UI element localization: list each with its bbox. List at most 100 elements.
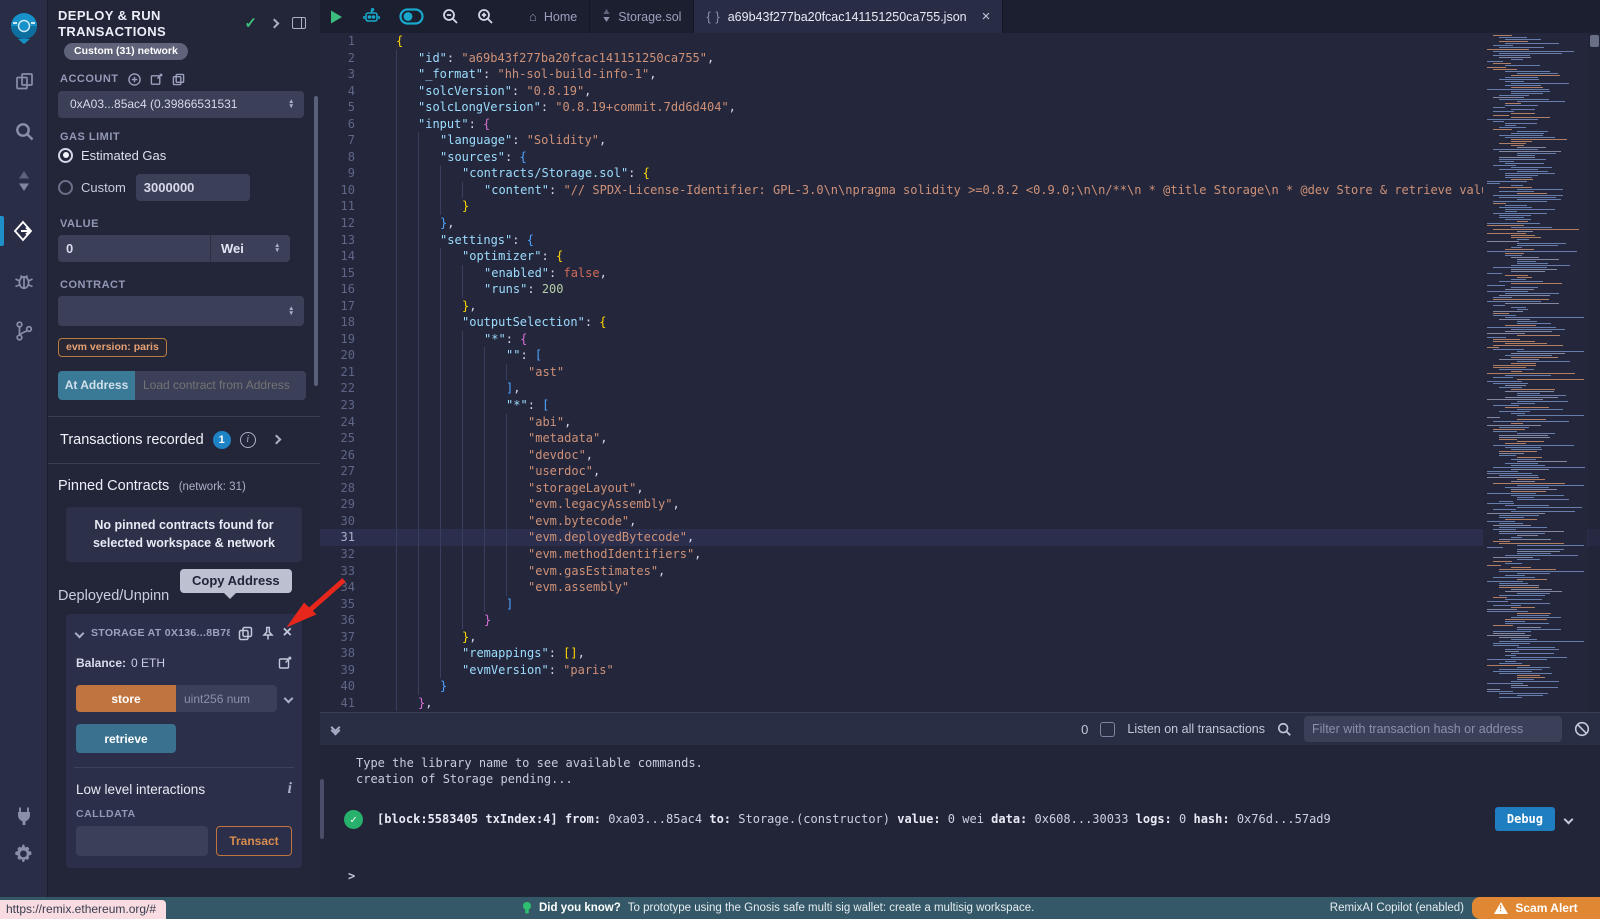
settings-gear-icon[interactable] [0,835,48,873]
copy-address-icon[interactable] [238,626,253,641]
code-line[interactable]: 11} [320,198,1600,215]
panel-scrollbar[interactable] [314,96,318,386]
edit-balance-icon[interactable] [278,656,292,670]
code-line[interactable]: 15"enabled": false, [320,265,1600,282]
contract-select[interactable] [58,296,304,326]
pin-panel-icon[interactable] [292,17,306,29]
code-line[interactable]: 35] [320,596,1600,613]
search-icon[interactable] [0,112,48,150]
clear-console-icon[interactable] [1574,721,1590,737]
store-button[interactable]: store [76,685,176,712]
code-line[interactable]: 22], [320,380,1600,397]
code-line[interactable]: 6"input": { [320,116,1600,133]
close-tab-icon[interactable]: × [982,9,991,24]
code-line[interactable]: 17}, [320,298,1600,315]
zoom-out-icon[interactable] [433,0,468,33]
code-line[interactable]: 12}, [320,215,1600,232]
code-line[interactable]: 5"solcLongVersion": "0.8.19+commit.7dd6d… [320,99,1600,116]
file-explorer-icon[interactable] [0,62,48,100]
code-line[interactable]: 24"abi", [320,414,1600,431]
deploy-and-run-icon[interactable] [0,212,48,250]
code-editor[interactable]: 1{2"id": "a69b43f277ba20fcac141151250ca7… [320,33,1600,712]
code-line[interactable]: 14"optimizer": { [320,248,1600,265]
at-address-button[interactable]: At Address [58,371,135,400]
code-line[interactable]: 7"language": "Solidity", [320,132,1600,149]
plugin-manager-icon[interactable] [0,797,48,835]
collapse-terminal-icon[interactable] [332,724,339,734]
account-select[interactable]: 0xA03...85ac4 (0.39866531531 [58,91,304,118]
value-unit-select[interactable]: Wei [210,235,290,262]
code-line[interactable]: 21"ast" [320,364,1600,381]
code-line[interactable]: 3"_format": "hh-sol-build-info-1", [320,66,1600,83]
remix-logo-icon[interactable] [0,4,48,52]
code-line[interactable]: 34"evm.assembly" [320,579,1600,596]
code-line[interactable]: 40} [320,678,1600,695]
code-line[interactable]: 29"evm.legacyAssembly", [320,496,1600,513]
code-line[interactable]: 38"remappings": [], [320,645,1600,662]
value-input[interactable] [58,235,210,262]
low-level-info-icon[interactable]: i [288,780,292,798]
edit-account-icon[interactable] [150,73,163,86]
solidity-compiler-icon[interactable] [0,162,48,200]
store-expand-icon[interactable] [284,694,294,704]
retrieve-button[interactable]: retrieve [76,724,176,753]
code-line[interactable]: 28"storageLayout", [320,480,1600,497]
copy-account-icon[interactable] [172,73,185,86]
store-arg-input[interactable] [176,685,277,712]
tab-build-info-json[interactable]: { } a69b43f277ba20fcac141151250ca755.jso… [694,0,1003,33]
git-icon[interactable] [0,312,48,350]
custom-gas-input[interactable] [136,174,250,201]
code-line[interactable]: 1{ [320,33,1600,50]
remove-contract-icon[interactable]: × [283,624,292,642]
debug-button[interactable]: Debug [1495,807,1555,831]
zoom-in-icon[interactable] [468,0,503,33]
terminal-filter-input[interactable] [1304,716,1562,742]
debugger-icon[interactable] [0,262,48,300]
code-line[interactable]: 10"content": "// SPDX-License-Identifier… [320,182,1600,199]
code-line[interactable]: 36} [320,612,1600,629]
code-line[interactable]: 33"evm.gasEstimates", [320,563,1600,580]
calldata-input[interactable] [76,826,208,856]
pin-contract-icon[interactable] [261,626,275,641]
transact-button[interactable]: Transact [216,826,292,856]
listen-all-checkbox[interactable] [1100,722,1115,737]
tx-expand-icon[interactable] [1564,814,1574,824]
copilot-toggle-icon[interactable] [390,0,433,33]
scam-alert-button[interactable]: Scam Alert [1472,897,1600,919]
terminal-scrollbar[interactable] [320,779,324,839]
code-line[interactable]: 30"evm.bytecode", [320,513,1600,530]
contract-collapse-icon[interactable] [75,628,85,638]
code-line[interactable]: 31"evm.deployedBytecode", [320,529,1600,546]
transaction-log-row[interactable]: ✓ [block:5583405 txIndex:4] from: 0xa03.… [320,807,1600,831]
run-script-icon[interactable] [320,0,353,33]
code-line[interactable]: 20"": [ [320,347,1600,364]
tab-home[interactable]: ⌂ Home [517,0,590,33]
code-line[interactable]: 39"evmVersion": "paris" [320,662,1600,679]
tab-storage-sol[interactable]: Storage.sol [590,0,694,33]
transactions-expand-icon[interactable] [271,435,281,445]
terminal-output[interactable]: Type the library name to see available c… [320,745,1600,897]
code-line[interactable]: 37}, [320,629,1600,646]
code-line[interactable]: 18"outputSelection": { [320,314,1600,331]
terminal-search-icon[interactable] [1277,722,1292,737]
transactions-info-icon[interactable]: i [240,432,256,448]
at-address-input[interactable] [135,371,306,400]
code-line[interactable]: 16"runs": 200 [320,281,1600,298]
editor-scrollbar[interactable] [1588,33,1600,712]
code-line[interactable]: 9"contracts/Storage.sol": { [320,165,1600,182]
code-line[interactable]: 26"devdoc", [320,447,1600,464]
code-line[interactable]: 41}, [320,695,1600,712]
code-line[interactable]: 25"metadata", [320,430,1600,447]
custom-gas-radio[interactable] [58,180,73,195]
code-line[interactable]: 27"userdoc", [320,463,1600,480]
estimated-gas-radio[interactable] [58,148,73,163]
code-line[interactable]: 2"id": "a69b43f277ba20fcac141151250ca755… [320,50,1600,67]
add-account-icon[interactable] [128,73,141,86]
copilot-status[interactable]: RemixAI Copilot (enabled) [1330,902,1464,914]
collapse-panel-icon[interactable] [270,18,280,28]
code-line[interactable]: 32"evm.methodIdentifiers", [320,546,1600,563]
minimap[interactable] [1483,33,1587,712]
code-line[interactable]: 13"settings": { [320,232,1600,249]
code-line[interactable]: 8"sources": { [320,149,1600,166]
ai-assistant-robot-icon[interactable] [353,0,390,33]
